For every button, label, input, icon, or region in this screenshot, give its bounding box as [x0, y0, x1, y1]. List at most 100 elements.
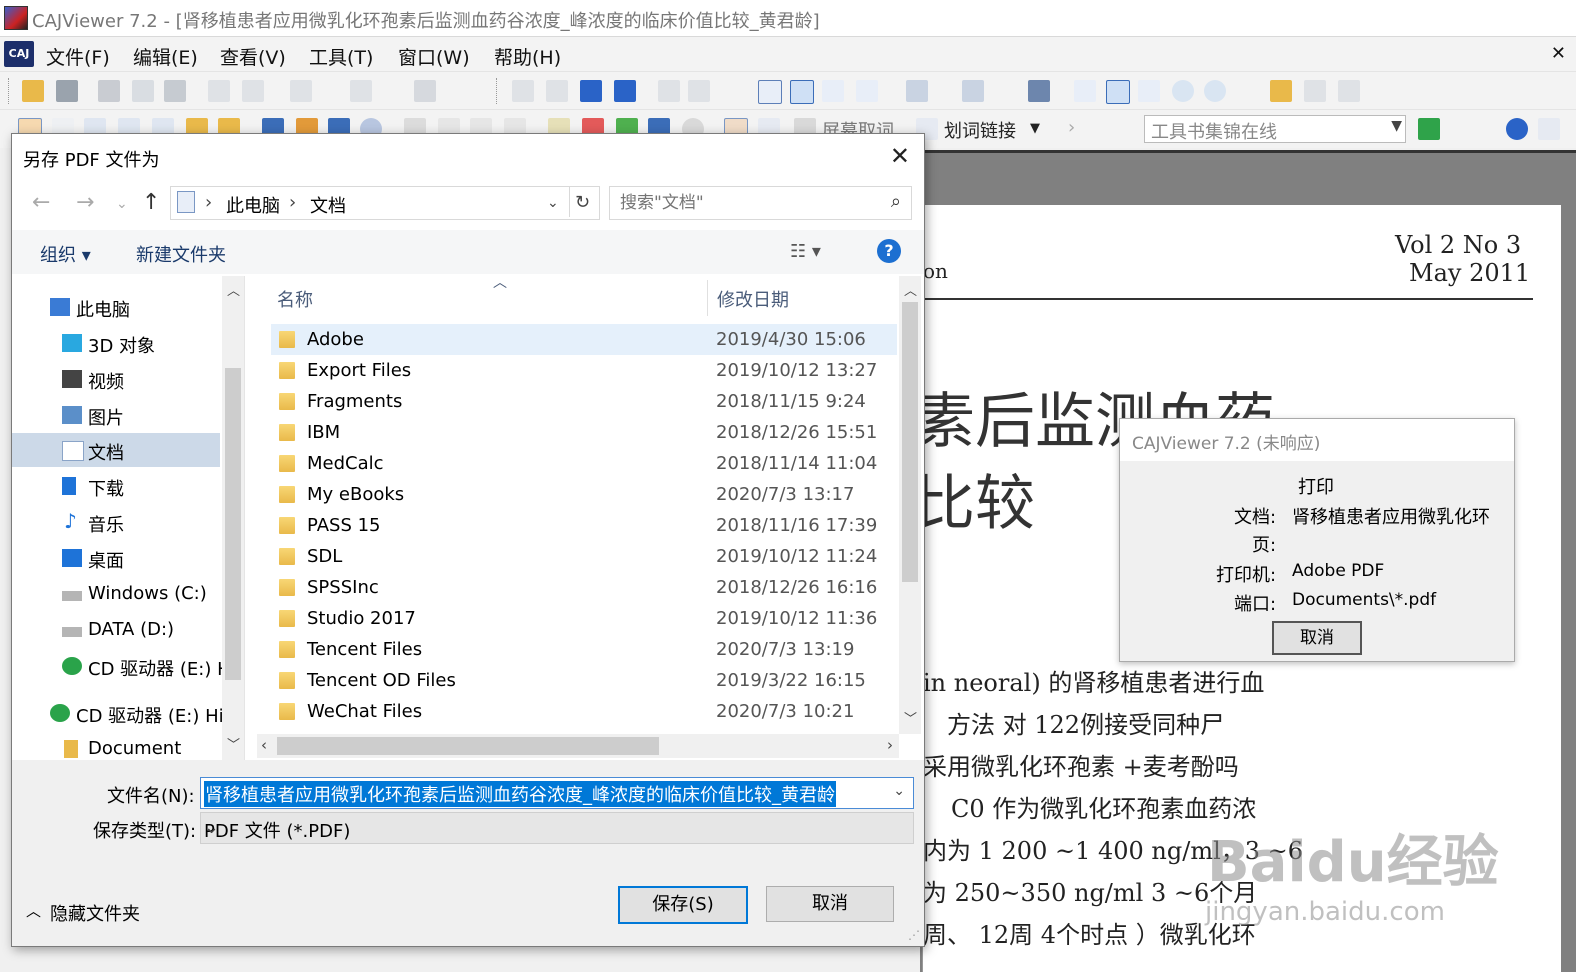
fullscreen-icon[interactable] — [1028, 80, 1050, 102]
mdi-close-icon[interactable]: ✕ — [1551, 43, 1566, 64]
zoom-in-icon[interactable] — [1204, 80, 1226, 102]
nav-item-drive-c[interactable]: Windows (C:) — [12, 577, 220, 611]
file-row[interactable]: MedCalc 2018/11/14 11:04 — [271, 448, 897, 479]
refresh-icon[interactable]: ↻ — [575, 192, 590, 213]
file-row[interactable]: PASS 15 2018/11/16 17:39 — [271, 510, 897, 541]
play-icon[interactable]: › — [1068, 117, 1075, 138]
print-icon[interactable] — [98, 80, 120, 102]
nav-item-drive-d[interactable]: DATA (D:) — [12, 613, 220, 647]
search-tool-icon[interactable] — [1270, 80, 1292, 102]
scrollbar-thumb[interactable] — [902, 302, 918, 582]
caj-logo-icon[interactable]: CAJ — [4, 41, 34, 67]
facing-page-icon[interactable] — [822, 80, 844, 102]
file-row[interactable]: My eBooks 2020/7/3 13:17 — [271, 479, 897, 510]
toolset-combo[interactable]: 工具书集锦在线 ▼ — [1144, 115, 1406, 143]
nav-item-videos[interactable]: 视频 — [12, 362, 220, 396]
help-icon[interactable]: ? — [877, 239, 901, 263]
breadcrumb-documents[interactable]: 文档 — [310, 192, 346, 218]
filetype-select[interactable]: PDF 文件 (*.PDF) ⌄ — [200, 812, 914, 844]
print-preview-icon[interactable] — [132, 80, 154, 102]
address-bar[interactable]: › 此电脑 › 文档 ⌄ ↻ — [170, 186, 600, 220]
nav-item-downloads[interactable]: 下载 — [12, 469, 220, 503]
scroll-up-icon[interactable]: ︿ — [227, 280, 240, 299]
page-setup-icon[interactable] — [164, 80, 186, 102]
fit-page-icon[interactable] — [1106, 80, 1130, 104]
nav-item-music[interactable]: ♪ 音乐 — [12, 505, 220, 539]
view-options-icon[interactable]: ☷ ▾ — [790, 241, 821, 262]
menu-edit[interactable]: 编辑(E) — [133, 43, 198, 70]
about-icon[interactable] — [1538, 118, 1560, 140]
menu-window[interactable]: 窗口(W) — [398, 43, 470, 70]
back-nav-icon[interactable] — [1304, 80, 1326, 102]
paste-icon[interactable] — [242, 80, 264, 102]
nav-item-cd-drive[interactable]: CD 驱动器 (E:) H — [12, 649, 231, 683]
layout-icon[interactable] — [906, 80, 928, 102]
scrollbar-thumb[interactable] — [277, 737, 659, 755]
redo-icon[interactable] — [350, 80, 372, 102]
continuous-page-icon[interactable] — [790, 80, 814, 104]
chevron-down-icon[interactable]: ⌄ — [893, 783, 905, 799]
two-page-icon[interactable] — [856, 80, 878, 102]
chevron-down-icon[interactable]: ▼ — [1391, 118, 1402, 134]
file-list-vscrollbar[interactable]: ︿ ﹀ — [899, 276, 921, 734]
rotate-icon[interactable] — [962, 80, 984, 102]
save-button[interactable]: 保存(S) — [618, 886, 748, 924]
recent-dropdown-icon[interactable]: ⌄ — [116, 196, 128, 212]
address-dropdown-icon[interactable]: ⌄ — [547, 195, 559, 211]
save-icon[interactable] — [56, 80, 78, 102]
scroll-left-icon[interactable]: ‹ — [261, 736, 267, 754]
back-arrow-icon[interactable]: ← — [32, 190, 50, 215]
single-page-icon[interactable] — [758, 80, 782, 104]
back-icon[interactable] — [658, 80, 680, 102]
file-row[interactable]: IBM 2018/12/26 15:51 — [271, 417, 897, 448]
nav-item-desktop[interactable]: 桌面 — [12, 541, 220, 575]
navigation-scrollbar[interactable]: ︿ ﹀ — [222, 276, 244, 760]
file-list[interactable]: 名称 ︿ 修改日期 Adobe 2019/4/30 15:06 Export Fil… — [257, 276, 899, 734]
menu-help[interactable]: 帮助(H) — [494, 43, 561, 70]
nav-item-cd-drive-root[interactable]: CD 驱动器 (E:) Hi! — [12, 696, 231, 730]
scroll-down-icon[interactable]: ﹀ — [227, 734, 240, 753]
toolbar-grip[interactable] — [496, 78, 499, 104]
first-page-icon[interactable] — [512, 80, 534, 102]
search-box[interactable]: ⌕ — [609, 186, 912, 220]
menu-tools[interactable]: 工具(T) — [309, 43, 373, 70]
resize-grip-icon[interactable]: ⋰ — [908, 928, 920, 942]
scrollbar-thumb[interactable] — [225, 368, 241, 680]
copy-icon[interactable] — [208, 80, 230, 102]
breadcrumb-this-pc[interactable]: 此电脑 — [226, 192, 280, 218]
column-header-modified[interactable]: 修改日期 — [717, 286, 789, 312]
forward-nav-icon[interactable] — [1338, 80, 1360, 102]
scroll-up-icon[interactable]: ︿ — [904, 280, 917, 299]
file-row[interactable]: Adobe 2019/4/30 15:06 — [271, 324, 897, 355]
file-list-hscrollbar[interactable]: ‹ › — [257, 734, 899, 758]
menu-file[interactable]: 文件(F) — [46, 43, 110, 70]
file-row[interactable]: Export Files 2019/10/12 13:27 — [271, 355, 897, 386]
menu-view[interactable]: 查看(V) — [220, 43, 286, 70]
scroll-down-icon[interactable]: ﹀ — [904, 708, 917, 727]
fit-width-icon[interactable] — [1138, 80, 1160, 102]
column-header-name[interactable]: 名称 — [277, 286, 313, 312]
search-input[interactable] — [618, 191, 872, 215]
nav-item-pictures[interactable]: 图片 — [12, 398, 220, 432]
forward-icon[interactable] — [688, 80, 710, 102]
close-icon[interactable]: ✕ — [890, 142, 910, 170]
file-row[interactable]: SPSSInc 2018/12/26 16:16 — [271, 572, 897, 603]
file-row[interactable]: SDL 2019/10/12 11:24 — [271, 541, 897, 572]
chevron-up-icon[interactable]: ︿ — [26, 900, 41, 921]
nav-item-3d-objects[interactable]: 3D 对象 — [12, 326, 220, 360]
filename-input[interactable]: 肾移植患者应用微乳化环孢素后监测血药谷浓度_峰浓度的临床价值比较_黄君龄 ⌄ — [200, 777, 914, 809]
pane-divider[interactable] — [244, 276, 245, 760]
nav-item-this-pc[interactable]: 此电脑 — [12, 290, 220, 324]
prev-page-icon[interactable] — [546, 80, 568, 102]
nav-item-document-folder[interactable]: Document — [12, 732, 220, 760]
undo-icon[interactable] — [290, 80, 312, 102]
column-divider[interactable] — [707, 280, 708, 316]
scroll-right-icon[interactable]: › — [887, 736, 893, 754]
word-link-button[interactable]: 划词链接 — [944, 117, 1016, 143]
file-row[interactable]: Tencent Files 2020/7/3 13:19 — [271, 634, 897, 665]
file-row[interactable]: Tencent OD Files 2019/3/22 16:15 — [271, 665, 897, 696]
forward-arrow-icon[interactable]: → — [76, 190, 94, 215]
word-link-dropdown-icon[interactable]: ▼ — [1030, 121, 1040, 136]
actual-size-icon[interactable] — [1074, 80, 1096, 102]
last-page-icon[interactable] — [614, 80, 636, 102]
